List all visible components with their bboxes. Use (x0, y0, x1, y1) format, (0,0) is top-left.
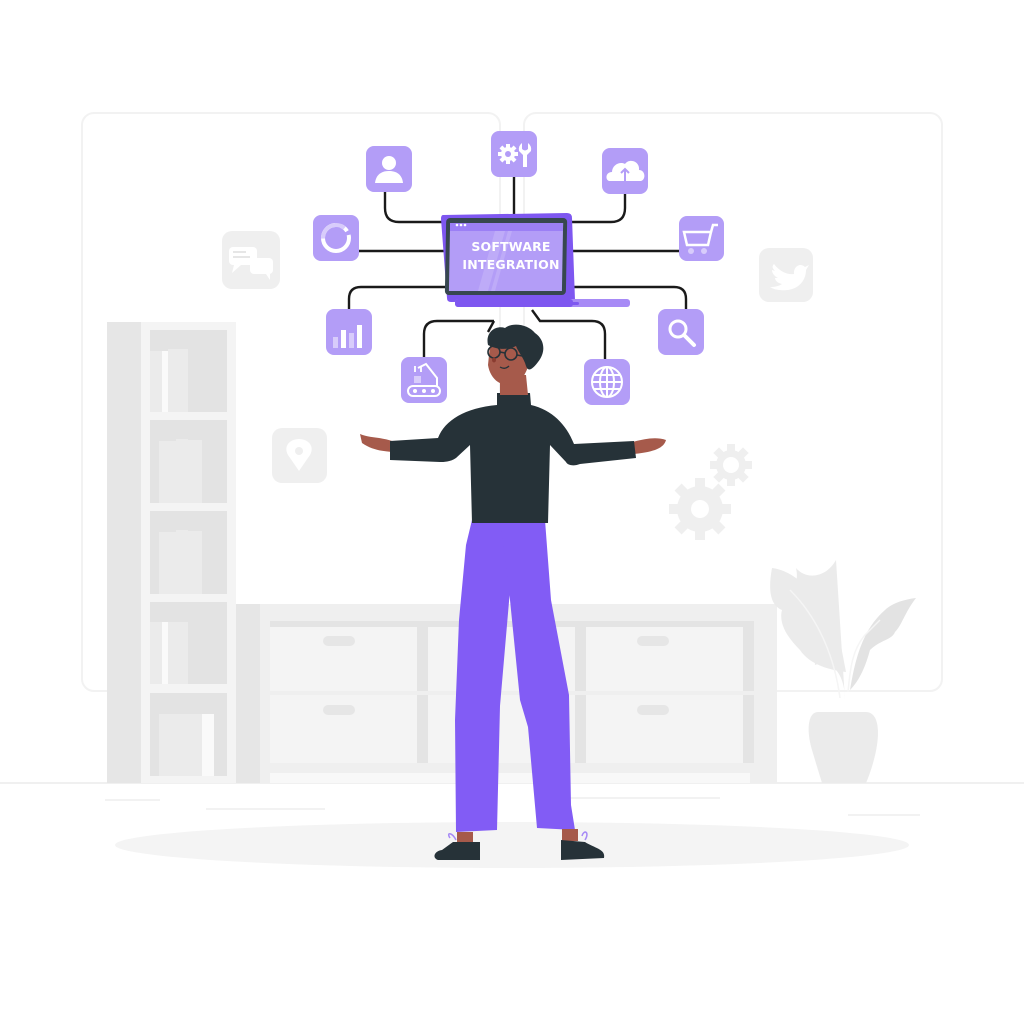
floor-shadow (115, 822, 909, 868)
bookshelf (107, 322, 236, 783)
search-magnifier-icon (658, 309, 704, 355)
drawer-handle (323, 705, 355, 715)
loading-ring-icon (313, 215, 359, 261)
shopping-cart-icon (679, 216, 724, 261)
drawer-handle (637, 636, 669, 646)
user-profile-icon (366, 146, 412, 192)
software-integration-illustration (0, 112, 1024, 868)
twitter-icon (759, 248, 813, 302)
robot-arm-conveyor-icon (401, 357, 447, 403)
cloud-upload-icon (602, 148, 648, 194)
drawer-handle (323, 636, 355, 646)
globe-icon (584, 359, 630, 405)
location-pin-icon (272, 428, 327, 483)
laptop-screen-text: SOFTWARE INTEGRATION (452, 238, 570, 274)
settings-gear-wrench-icon (491, 131, 537, 177)
bar-chart-icon (326, 309, 372, 355)
screen-line-software: SOFTWARE (471, 239, 551, 254)
dresser (236, 604, 777, 783)
drawer-handle (637, 705, 669, 715)
screen-line-integration: INTEGRATION (462, 257, 560, 272)
chat-bubbles-icon (222, 231, 280, 289)
